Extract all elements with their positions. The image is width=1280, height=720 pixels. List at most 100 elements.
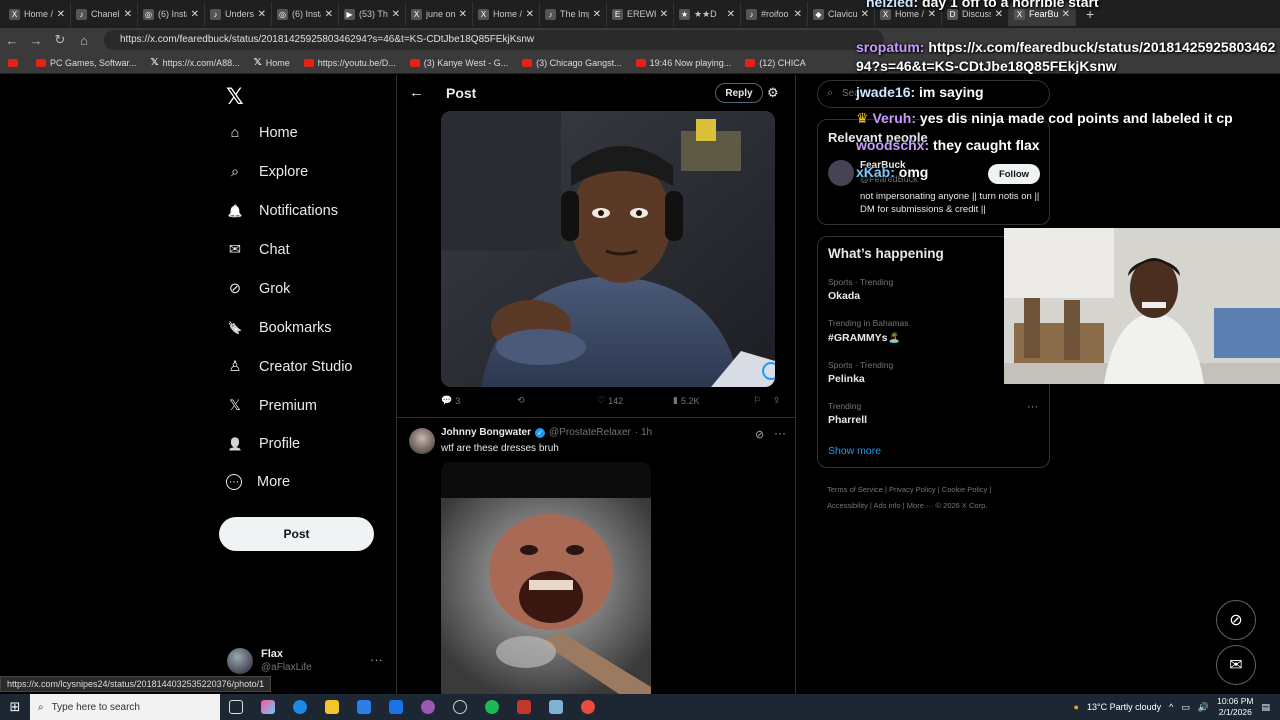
app-icon[interactable] xyxy=(380,694,412,720)
home-icon[interactable]: ⌂ xyxy=(72,33,96,48)
x-logo-icon[interactable]: 𝕏 xyxy=(226,84,244,110)
browser-tab[interactable]: ◎ (6) Instag ✕ xyxy=(138,2,205,26)
more-options-icon[interactable]: ··· xyxy=(1027,401,1038,413)
footer-link[interactable]: Privacy Policy xyxy=(889,485,936,494)
forward-arrow-icon[interactable]: → xyxy=(24,33,48,48)
filter-settings-icon[interactable]: ⚙ xyxy=(767,85,779,101)
browser-tab[interactable]: X Home / X ✕ xyxy=(4,2,71,26)
sidebar-item-premium[interactable]: 𝕏 Premium xyxy=(226,397,317,415)
post-author[interactable]: Johnny Bongwater ✓ @ProstateRelaxer · 1h xyxy=(441,427,652,438)
sidebar-item-creator-studio[interactable]: ♙ Creator Studio xyxy=(226,358,353,376)
spotify-app-icon[interactable] xyxy=(476,694,508,720)
reply-button[interactable]: Reply xyxy=(715,83,763,103)
reply-post[interactable]: Johnny Bongwater ✓ @ProstateRelaxer · 1h… xyxy=(397,418,795,695)
browser-tab[interactable]: ★ ★★D ✕ xyxy=(674,2,741,26)
close-tab-icon[interactable]: ✕ xyxy=(124,9,132,20)
app-icon[interactable] xyxy=(508,694,540,720)
share-action[interactable]: ⇪ xyxy=(773,395,781,406)
avatar[interactable] xyxy=(828,160,854,186)
retweet-action[interactable]: ⟲ xyxy=(517,395,525,406)
close-tab-icon[interactable]: ✕ xyxy=(660,9,668,20)
bookmark-item[interactable]: https://youtu.be/D... xyxy=(303,58,396,68)
close-tab-icon[interactable]: ✕ xyxy=(191,9,199,20)
sidebar-item-explore[interactable]: ⌕ Explore xyxy=(226,163,308,181)
footer-link[interactable]: More ··· xyxy=(907,501,934,510)
close-tab-icon[interactable]: ✕ xyxy=(995,9,1003,20)
post-button[interactable]: Post xyxy=(219,517,374,551)
sidebar-item-chat[interactable]: ✉ Chat xyxy=(226,241,290,259)
footer-link[interactable]: Accessibility xyxy=(827,501,868,510)
back-arrow-icon[interactable]: ← xyxy=(0,33,24,48)
notification-icon[interactable]: ▤ xyxy=(1261,702,1270,713)
app-icon[interactable] xyxy=(348,694,380,720)
sidebar-item-more[interactable]: ⋯ More xyxy=(226,474,290,490)
weather-text[interactable]: 13°C Partly cloudy xyxy=(1087,702,1161,712)
edge-app-icon[interactable] xyxy=(284,694,316,720)
bookmark-item[interactable]: 𝕏https://x.com/A88... xyxy=(151,57,240,68)
sidebar-item-grok[interactable]: ⊘ Grok xyxy=(226,280,291,298)
sidebar-item-home[interactable]: ⌂ Home xyxy=(226,124,298,142)
close-tab-icon[interactable]: ✕ xyxy=(794,9,802,20)
network-icon[interactable]: ▭ xyxy=(1181,702,1190,713)
sidebar-item-bookmarks[interactable]: 🔖 Bookmarks xyxy=(226,319,332,337)
bookmark-item[interactable]: 19:46 Now playing... xyxy=(635,58,731,68)
bookmark-item[interactable] xyxy=(8,58,22,67)
browser-tab[interactable]: ◎ (6) Instag ✕ xyxy=(272,2,339,26)
post-image[interactable] xyxy=(441,462,651,695)
close-tab-icon[interactable]: ✕ xyxy=(861,9,869,20)
avatar[interactable] xyxy=(409,428,435,454)
close-tab-icon[interactable]: ✕ xyxy=(392,9,400,20)
like-action[interactable]: ♡ 142 xyxy=(597,395,623,406)
show-more-link[interactable]: Show more xyxy=(828,445,881,457)
volume-icon[interactable]: 🔊 xyxy=(1198,702,1209,713)
browser-tab[interactable]: ♪ #roifoo ✕ xyxy=(741,2,808,26)
sidebar-item-notifications[interactable]: 🔔 Notifications xyxy=(226,202,338,220)
close-tab-icon[interactable]: ✕ xyxy=(258,9,266,20)
close-tab-icon[interactable]: ✕ xyxy=(727,9,735,20)
reply-action[interactable]: 💬 3 xyxy=(441,395,460,406)
bookmark-item[interactable]: (3) Kanye West - G... xyxy=(409,58,508,68)
browser-tab[interactable]: ▶ (53) Thi ✕ xyxy=(339,2,406,26)
views-action[interactable]: ▮ 5.2K xyxy=(673,395,699,406)
bookmark-item[interactable]: (12) CHICA xyxy=(745,58,806,68)
file-explorer-icon[interactable] xyxy=(316,694,348,720)
messages-floating-button[interactable]: ✉ xyxy=(1216,645,1256,685)
steam-app-icon[interactable] xyxy=(444,694,476,720)
obs-app-icon[interactable] xyxy=(412,694,444,720)
taskbar-search-input[interactable]: ⌕ Type here to search xyxy=(30,694,220,720)
browser-tab[interactable]: X Home / X ✕ xyxy=(473,2,540,26)
trend-item[interactable]: Trending Pharrell ··· xyxy=(828,401,1038,426)
post-video[interactable] xyxy=(441,111,775,387)
close-tab-icon[interactable]: ✕ xyxy=(526,9,534,20)
task-view-icon[interactable] xyxy=(220,694,252,720)
bookmark-action[interactable]: ⚐ xyxy=(753,395,761,406)
close-tab-icon[interactable]: ✕ xyxy=(325,9,333,20)
reload-icon[interactable]: ↻ xyxy=(48,32,72,48)
browser-tab[interactable]: ◆ Clavicul ✕ xyxy=(808,2,875,26)
more-options-icon[interactable]: ··· xyxy=(774,426,786,440)
grok-icon[interactable]: ⊘ xyxy=(755,428,764,441)
footer-link[interactable]: Cookie Policy xyxy=(942,485,987,494)
tray-chevron-icon[interactable]: ^ xyxy=(1169,702,1173,712)
taskbar-clock[interactable]: 10:06 PM 2/1/2026 xyxy=(1217,696,1253,718)
bookmark-item[interactable]: (3) Chicago Gangst... xyxy=(522,58,622,68)
bookmark-item[interactable]: 𝕏 Home xyxy=(254,57,290,68)
footer-link[interactable]: Ads info xyxy=(874,501,901,510)
follow-button[interactable]: Follow xyxy=(988,164,1040,184)
more-options-icon[interactable]: ··· xyxy=(370,652,383,667)
browser-tab[interactable]: Xjune on X ✕ xyxy=(406,2,473,26)
back-arrow-icon[interactable]: ← xyxy=(409,84,424,101)
app-icon[interactable] xyxy=(572,694,604,720)
close-tab-icon[interactable]: ✕ xyxy=(928,9,936,20)
copilot-app-icon[interactable] xyxy=(252,694,284,720)
footer-link[interactable]: Terms of Service xyxy=(827,485,883,494)
browser-tab[interactable]: E EREWHO ✕ xyxy=(607,2,674,26)
app-icon[interactable] xyxy=(540,694,572,720)
browser-tab[interactable]: ♪ The Imp ✕ xyxy=(540,2,607,26)
windows-start-icon[interactable]: ⊞ xyxy=(0,699,30,715)
close-tab-icon[interactable]: ✕ xyxy=(593,9,601,20)
account-switcher[interactable]: Flax @aFlaxLife ··· xyxy=(227,646,387,676)
close-tab-icon[interactable]: ✕ xyxy=(459,9,467,20)
close-tab-icon[interactable]: ✕ xyxy=(57,9,65,20)
grok-floating-button[interactable]: ⊘ xyxy=(1216,600,1256,640)
